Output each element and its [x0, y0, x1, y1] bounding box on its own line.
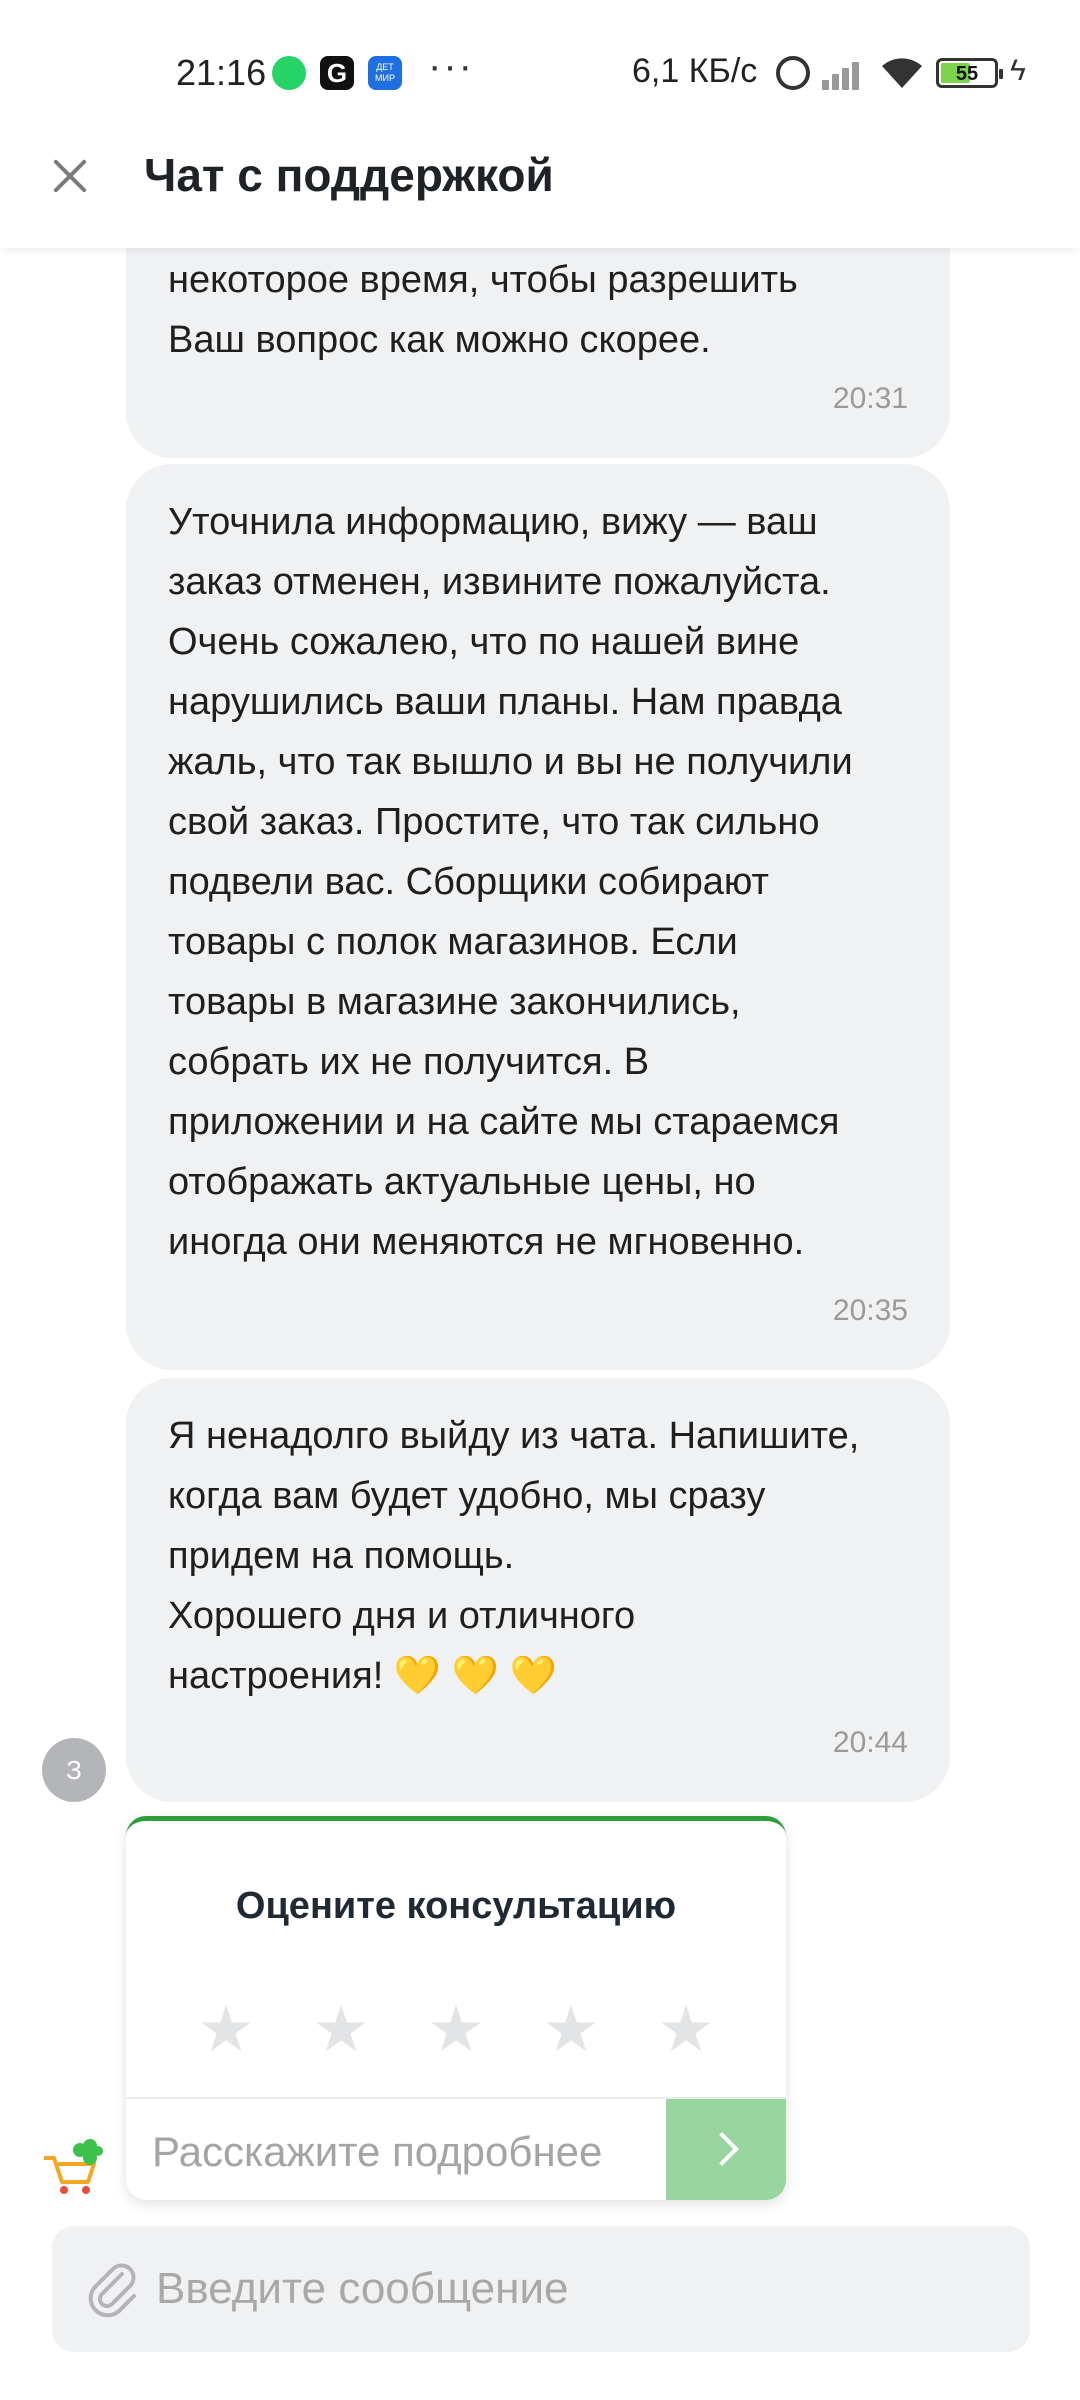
star-5-icon[interactable]: ★	[656, 1997, 716, 2061]
star-1-icon[interactable]: ★	[196, 1997, 256, 2061]
status-time: 21:16	[176, 52, 267, 93]
page-title: Чат с поддержкой	[144, 149, 554, 201]
status-bar: 21:16 G ДЕТ МИР ··· 6,1 КБ/с 55 ϟ	[0, 0, 1080, 140]
more-notifications-icon: ···	[428, 44, 474, 88]
wifi-icon	[882, 58, 922, 88]
message-time: 20:35	[832, 1294, 908, 1327]
battery-icon: 55	[936, 58, 1003, 88]
support-chat-screen: 21:16 G ДЕТ МИР ··· 6,1 КБ/с 55 ϟ некото…	[0, 0, 1080, 2400]
shopping-cart-icon[interactable]	[40, 2136, 104, 2200]
message-time: 20:31	[832, 382, 908, 415]
paperclip-icon[interactable]	[84, 2260, 142, 2318]
star-4-icon[interactable]: ★	[541, 1997, 601, 2061]
message-composer	[52, 2226, 1030, 2352]
message-bubble: Я ненадолго выйду из чата. Напишите, ког…	[126, 1378, 950, 1802]
send-feedback-button[interactable]	[666, 2099, 786, 2200]
charging-icon: ϟ	[1010, 54, 1026, 87]
feedback-input[interactable]	[126, 2099, 666, 2200]
message-bubble: Уточнила информацию, вижу — ваш заказ от…	[126, 464, 950, 1370]
close-icon[interactable]	[46, 152, 94, 200]
network-speed: 6,1 КБ/с	[632, 52, 758, 90]
operator-avatar: З	[42, 1738, 106, 1802]
star-2-icon[interactable]: ★	[311, 1997, 371, 2061]
message-time: 20:44	[832, 1726, 908, 1759]
message-text: Я ненадолго выйду из чата. Напишите, ког…	[168, 1415, 860, 1697]
chevron-right-icon	[705, 2132, 739, 2166]
alarm-icon	[776, 56, 810, 90]
star-3-icon[interactable]: ★	[426, 1997, 486, 2061]
g-app-icon: G	[320, 56, 354, 90]
star-rating: ★ ★ ★ ★ ★	[196, 1997, 736, 2061]
battery-level: 55	[955, 63, 979, 85]
detmir-app-icon: ДЕТ МИР	[368, 56, 402, 90]
whatsapp-icon	[272, 56, 306, 90]
message-input[interactable]	[156, 2226, 1006, 2352]
feedback-row	[126, 2097, 786, 2200]
rating-card: Оцените консультацию ★ ★ ★ ★ ★	[126, 1816, 786, 2200]
message-text: Уточнила информацию, вижу — ваш заказ от…	[168, 501, 853, 1263]
signal-icon	[822, 58, 868, 90]
message-text: некоторое время, чтобы разрешить Ваш воп…	[168, 259, 798, 361]
rating-title: Оцените консультацию	[235, 1885, 677, 1927]
